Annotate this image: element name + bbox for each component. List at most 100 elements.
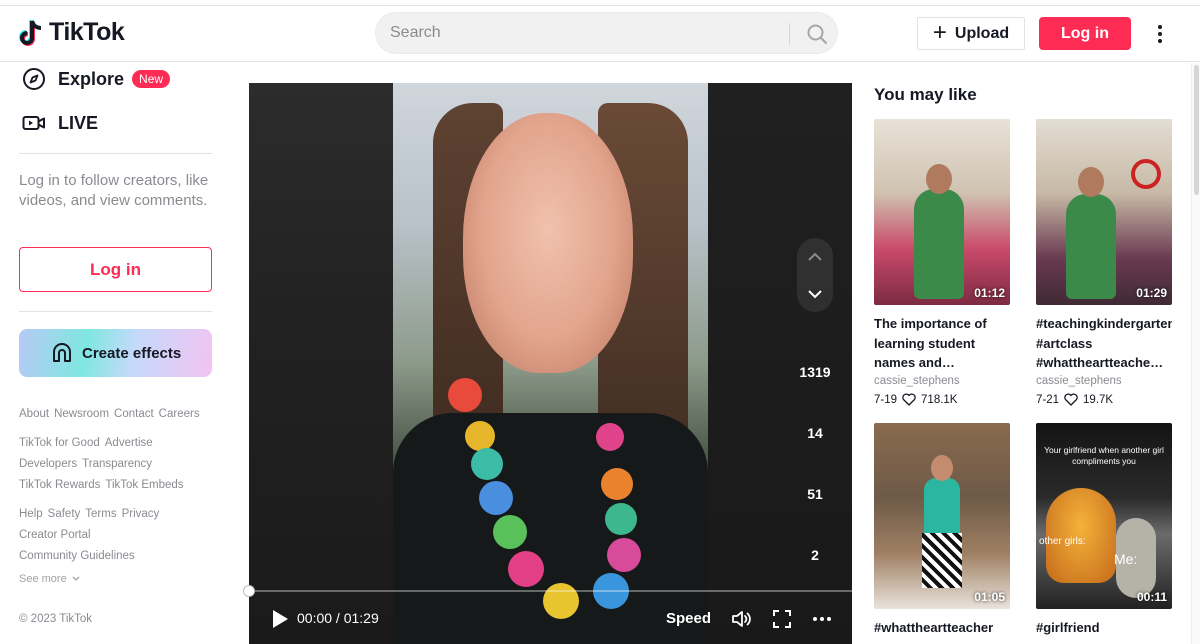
necklace-bead [607,538,641,572]
footer-link[interactable]: About [19,408,49,420]
footer-links-row: Developers Transparency [19,458,152,470]
video-thumbnail[interactable]: 01:12 [874,119,1010,305]
necklace-bead [493,515,527,549]
more-options-icon[interactable] [811,608,833,630]
more-options-icon[interactable] [1150,20,1170,48]
footer-links-row: Help Safety Terms Privacy [19,508,159,520]
page-scrollbar[interactable] [1191,63,1200,644]
video-card-meta: 7-19 718.1K [874,393,957,406]
footer-links-row: TikTok for Good Advertise [19,437,153,449]
login-prompt-text: Log in to follow creators, like videos, … [19,172,209,209]
progress-knob[interactable] [243,585,255,597]
footer-link[interactable]: Newsroom [54,408,109,420]
video-thumbnail[interactable]: 01:29 [1036,119,1172,305]
create-effects-button[interactable]: Create effects [19,329,212,377]
sidebar: Explore New LIVE Log in to follow creato… [0,63,230,644]
chevron-down-icon[interactable] [807,289,823,299]
new-badge: New [132,70,171,88]
video-card-author[interactable]: cassie_stephens [1036,375,1122,387]
logo-wordmark: TikTok [49,18,125,46]
video-thumbnail[interactable]: 01:05 [874,423,1010,609]
sidebar-item-explore[interactable]: Explore New [22,67,171,91]
video-card-title[interactable]: #whattheartteacher wore #artclass [874,618,1010,638]
fullscreen-icon[interactable] [771,608,793,630]
progress-track[interactable] [249,590,852,592]
necklace-bead [596,423,624,451]
video-nav-arrows [797,238,833,312]
upload-button[interactable]: + Upload [917,17,1025,50]
sidebar-divider [19,311,212,312]
video-frame [393,83,708,644]
search-button[interactable] [796,13,838,55]
video-duration: 01:12 [974,286,1005,300]
search-input[interactable] [376,24,776,42]
video-card-author[interactable]: cassie_stephens [874,375,960,387]
video-duration: 01:05 [974,590,1005,604]
necklace-bead [605,503,637,535]
video-card-title[interactable]: #girlfriend #compliments #fyp [1036,618,1172,638]
video-card-title[interactable]: #teachingkindergarten #artclass #whatthe… [1036,314,1172,373]
footer-link[interactable]: Terms [85,508,116,520]
footer-link[interactable]: Privacy [122,508,160,520]
chevron-up-icon[interactable] [807,252,823,262]
footer-link[interactable]: Safety [48,508,81,520]
thumb-overlay-label: other girls: [1039,536,1086,547]
necklace-bead [448,378,482,412]
thumb-overlay-text: Your girlfriend when another girl compli… [1044,445,1164,466]
compass-icon [23,68,45,90]
thumb-figure-head [926,164,952,194]
footer-links-row: About Newsroom Contact Careers [19,408,200,420]
footer-link[interactable]: TikTok Rewards [19,479,100,491]
video-card-likes: 718.1K [921,393,958,406]
footer-link[interactable]: Community Guidelines [19,550,135,562]
footer-link[interactable]: Help [19,508,43,520]
video-duration: 01:29 [1136,286,1167,300]
video-card-date: 7-19 [874,393,898,406]
scrollbar-thumb[interactable] [1194,65,1199,195]
necklace-bead [465,421,495,451]
you-may-like-title: You may like [874,85,977,104]
video-thumbnail[interactable]: Your girlfriend when another girl compli… [1036,423,1172,609]
thumb-figure-pants [922,533,962,588]
search-bar [375,12,838,54]
save-count[interactable]: 51 [790,486,840,502]
footer-link[interactable]: Creator Portal [19,529,91,541]
sidebar-item-label: LIVE [58,112,99,133]
chevron-down-icon [72,576,80,581]
thumb-figure-head [931,455,953,481]
comment-count[interactable]: 14 [790,425,840,441]
upload-label: Upload [954,24,1010,42]
footer-link[interactable]: Developers [19,458,77,470]
footer-links-row: Community Guidelines [19,550,135,562]
sidebar-login-button[interactable]: Log in [19,247,212,292]
footer-link[interactable]: TikTok for Good [19,437,100,449]
video-card-title[interactable]: The importance of learning student names… [874,314,1010,373]
footer-link[interactable]: Contact [114,408,154,420]
video-backdrop-left [249,83,393,644]
necklace-bead [479,481,513,515]
search-divider [789,23,790,45]
play-icon[interactable] [269,608,291,630]
footer-link[interactable]: Careers [159,408,200,420]
volume-icon[interactable] [730,608,752,630]
footer-link[interactable]: TikTok Embeds [105,479,183,491]
video-time: 00:00 / 01:29 [297,610,379,626]
thumb-figure [924,478,960,538]
sidebar-item-live[interactable]: LIVE [22,111,98,135]
header-login-button[interactable]: Log in [1039,17,1131,50]
see-more-link[interactable]: See more [19,573,80,585]
create-effects-label: Create effects [82,344,182,362]
share-count[interactable]: 2 [790,547,840,563]
footer-link[interactable]: Advertise [105,437,153,449]
like-count[interactable]: 1319 [790,364,840,380]
video-player[interactable] [249,83,852,644]
speed-button[interactable]: Speed [666,610,711,627]
thumb-figure-head [1078,167,1104,197]
footer-link[interactable]: Transparency [82,458,152,470]
thumb-figure [914,189,964,299]
plus-icon: + [932,18,947,46]
tiktok-logo[interactable]: TikTok [19,18,125,47]
necklace-bead [508,551,544,587]
top-header: TikTok + Upload Log in [0,6,1200,62]
search-icon [807,24,828,45]
